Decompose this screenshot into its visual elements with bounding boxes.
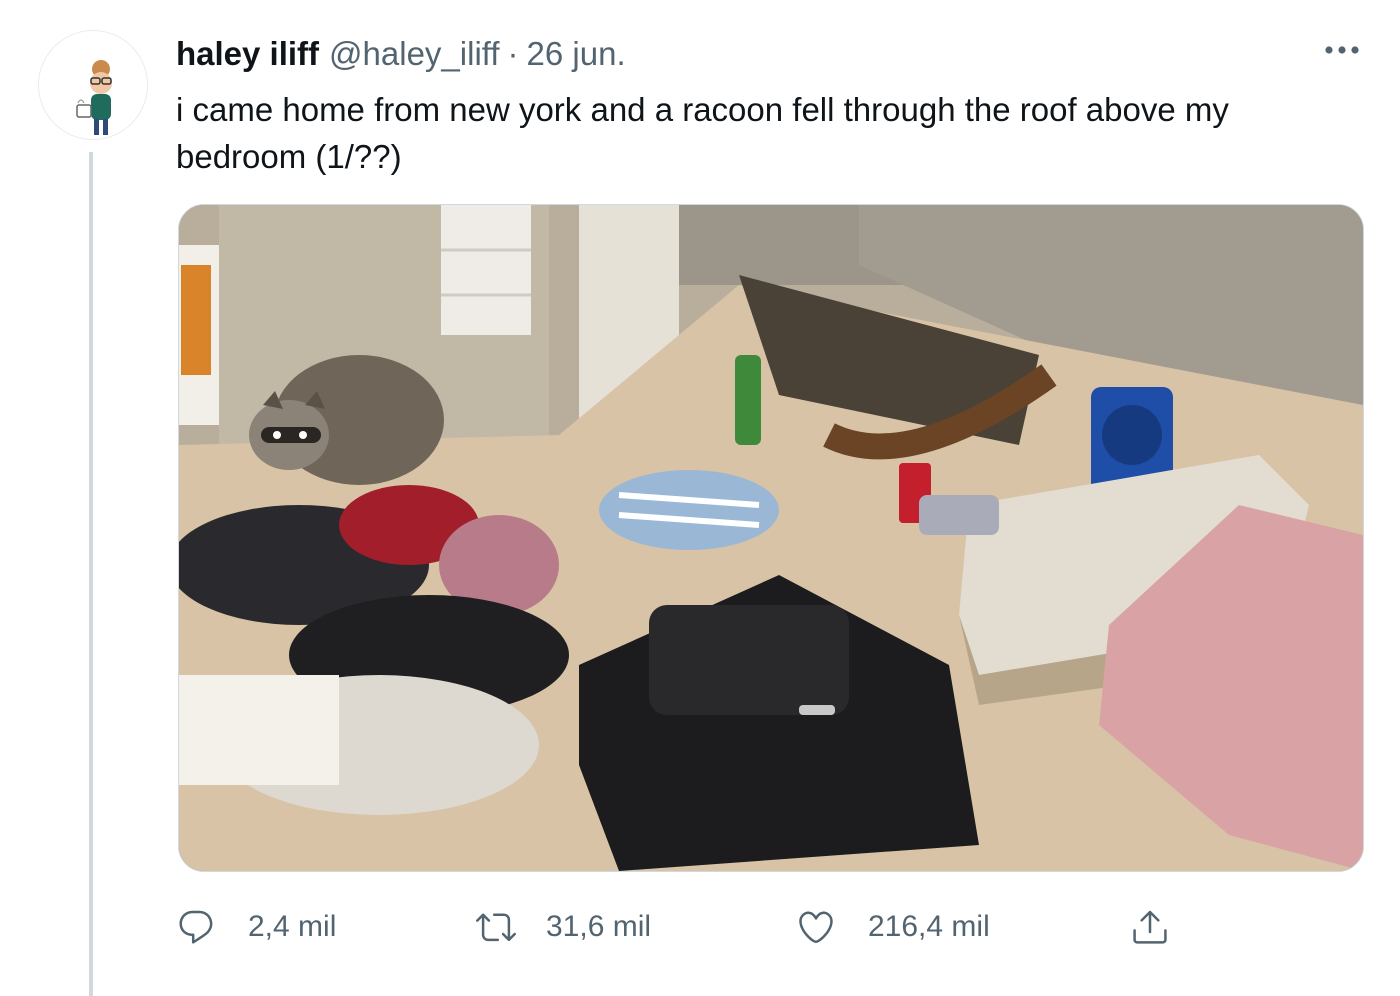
tweet-photo[interactable] (178, 204, 1364, 872)
retweet-icon (476, 913, 516, 942)
reply-icon (179, 910, 213, 944)
author-name[interactable]: haley iliff (176, 35, 319, 73)
retweet-button[interactable]: 31,6 mil (476, 900, 651, 954)
share-icon (1133, 910, 1167, 944)
like-count: 216,4 mil (868, 910, 990, 943)
reply-count: 2,4 mil (248, 910, 337, 943)
retweet-count: 31,6 mil (546, 910, 652, 943)
tweet-header: haley iliff @haley_iliff · 26 jun. (176, 34, 626, 74)
like-button[interactable]: 216,4 mil (796, 900, 990, 954)
messy-bedroom-photo (179, 205, 1363, 871)
share-button[interactable] (1130, 900, 1170, 954)
tweet-date[interactable]: 26 jun. (527, 35, 626, 73)
tweet-text: i came home from new york and a racoon f… (176, 91, 1229, 175)
more-horizontal-icon[interactable] (1322, 38, 1362, 62)
tweet-actions: 2,4 mil 31,6 mil 216,4 mil (176, 900, 1216, 954)
author-handle[interactable]: @haley_iliff (329, 35, 499, 73)
separator-dot: · (507, 35, 519, 72)
thread-line (89, 152, 93, 996)
avatar[interactable] (38, 30, 148, 140)
heart-icon (799, 911, 833, 944)
avatar-image (39, 31, 147, 139)
reply-button[interactable]: 2,4 mil (176, 900, 336, 954)
